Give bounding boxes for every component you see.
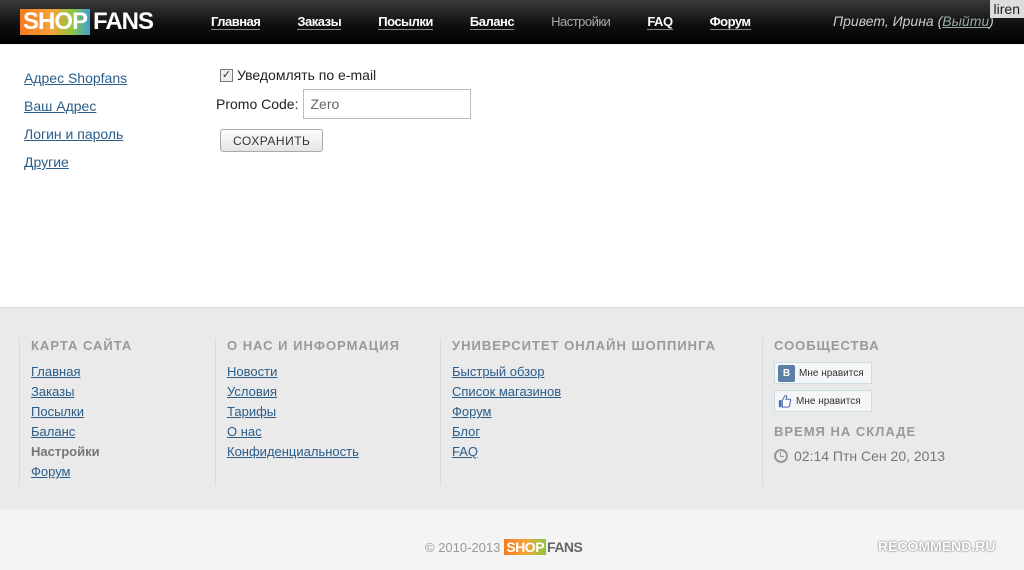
recommend-watermark: RECOMMEND.RU [878, 538, 996, 554]
footer-link-parcels[interactable]: Посылки [31, 402, 215, 422]
sidebar-item-shopfans-address[interactable]: Адрес Shopfans [24, 70, 127, 87]
footer-link-privacy[interactable]: Конфиденциальность [227, 442, 440, 462]
footer-about: О НАС И ИНФОРМАЦИЯ Новости Условия Тариф… [215, 338, 440, 486]
footer-university-title: УНИВЕРСИТЕТ ОНЛАЙН ШОППИНГА [452, 338, 717, 353]
footer-community-title: СООБЩЕСТВА [774, 338, 880, 353]
footer-about-title: О НАС И ИНФОРМАЦИЯ [227, 338, 400, 353]
warehouse-time-value: 02:14 Птн Сен 20, 2013 [794, 448, 946, 464]
footer-link-balance[interactable]: Баланс [31, 422, 215, 442]
warehouse-time-row: 02:14 Птн Сен 20, 2013 [774, 448, 1012, 464]
footer-community: СООБЩЕСТВА В Мне нравится Мне нравится В… [762, 338, 1012, 486]
footer-link-about-us[interactable]: О нас [227, 422, 440, 442]
nav-orders[interactable]: Заказы [297, 14, 342, 30]
promo-code-input[interactable] [303, 89, 472, 119]
footer-link-store-list[interactable]: Список магазинов [452, 382, 762, 402]
fb-like-label: Мне нравится [796, 395, 861, 407]
copyright: © 2010-2013 SHOP FANS [425, 539, 583, 555]
nav-forum[interactable]: Форум [709, 14, 751, 30]
top-navigation-bar: SHOP FANS Главная Заказы Посылки Баланс … [0, 0, 1024, 44]
bottom-bar: © 2010-2013 SHOP FANS RECOMMEND.RU [0, 509, 1024, 570]
nav-balance[interactable]: Баланс [469, 14, 515, 30]
nav-parcels[interactable]: Посылки [378, 14, 433, 30]
logo-fans-part: FANS [93, 8, 154, 35]
footer-link-settings-current: Настройки [31, 444, 100, 459]
footer: КАРТА САЙТА Главная Заказы Посылки Балан… [0, 307, 1024, 509]
logout-link[interactable]: Выйти [942, 13, 989, 29]
sidebar-item-other[interactable]: Другие [24, 154, 127, 171]
footer-sitemap: КАРТА САЙТА Главная Заказы Посылки Балан… [19, 338, 215, 486]
footer-link-news[interactable]: Новости [227, 362, 440, 382]
footer-link-uni-faq[interactable]: FAQ [452, 442, 762, 462]
thumbs-up-icon [778, 395, 792, 408]
shopfans-logo[interactable]: SHOP FANS [20, 8, 154, 36]
clock-icon [774, 449, 788, 463]
footer-link-orders[interactable]: Заказы [31, 382, 215, 402]
nav-faq[interactable]: FAQ [647, 14, 673, 30]
save-button[interactable]: СОХРАНИТЬ [220, 129, 324, 152]
footer-link-uni-forum[interactable]: Форум [452, 402, 762, 422]
nav-settings[interactable]: Настройки [551, 15, 611, 29]
vk-like-label: Мне нравится [799, 367, 864, 379]
promo-code-row: Promo Code: [216, 89, 472, 119]
promo-code-label: Promo Code: [216, 96, 299, 112]
corner-user-tag: liren [989, 0, 1024, 18]
footer-sitemap-title: КАРТА САЙТА [31, 338, 133, 353]
sidebar-item-your-address[interactable]: Ваш Адрес [24, 98, 127, 115]
footer-logo: SHOP FANS [504, 539, 583, 555]
footer-link-quick-overview[interactable]: Быстрый обзор [452, 362, 762, 382]
notify-email-row: ✓ Уведомлять по e-mail [220, 67, 471, 83]
nav-home[interactable]: Главная [211, 14, 261, 30]
notify-email-label: Уведомлять по e-mail [237, 67, 377, 83]
footer-university: УНИВЕРСИТЕТ ОНЛАЙН ШОППИНГА Быстрый обзо… [440, 338, 762, 486]
footer-logo-shop: SHOP [504, 539, 547, 555]
logo-shop-part: SHOP [20, 9, 91, 35]
vk-icon: В [778, 364, 795, 382]
settings-form: ✓ Уведомлять по e-mail Promo Code: СОХРА… [216, 67, 472, 152]
footer-link-blog[interactable]: Блог [452, 422, 762, 442]
main-nav: Главная Заказы Посылки Баланс Настройки … [211, 0, 788, 44]
fb-like-button[interactable]: Мне нравится [774, 390, 872, 412]
notify-email-checkbox[interactable]: ✓ [220, 68, 233, 82]
copyright-text: © 2010-2013 [425, 539, 501, 555]
footer-link-forum[interactable]: Форум [31, 462, 215, 482]
settings-main: Адрес Shopfans Ваш Адрес Логин и пароль … [0, 45, 1024, 307]
footer-link-tariffs[interactable]: Тарифы [227, 402, 440, 422]
vk-like-button[interactable]: В Мне нравится [774, 362, 872, 384]
footer-logo-fans: FANS [547, 539, 583, 555]
footer-link-terms[interactable]: Условия [227, 382, 440, 402]
settings-sidebar: Адрес Shopfans Ваш Адрес Логин и пароль … [24, 70, 127, 182]
footer-link-home[interactable]: Главная [31, 362, 215, 382]
sidebar-item-login-password[interactable]: Логин и пароль [24, 126, 127, 143]
warehouse-time-title: ВРЕМЯ НА СКЛАДЕ [774, 424, 917, 439]
user-greeting: Привет, Ирина (Выйти) [833, 13, 994, 29]
greeting-text: Привет, Ирина ( [833, 13, 943, 29]
